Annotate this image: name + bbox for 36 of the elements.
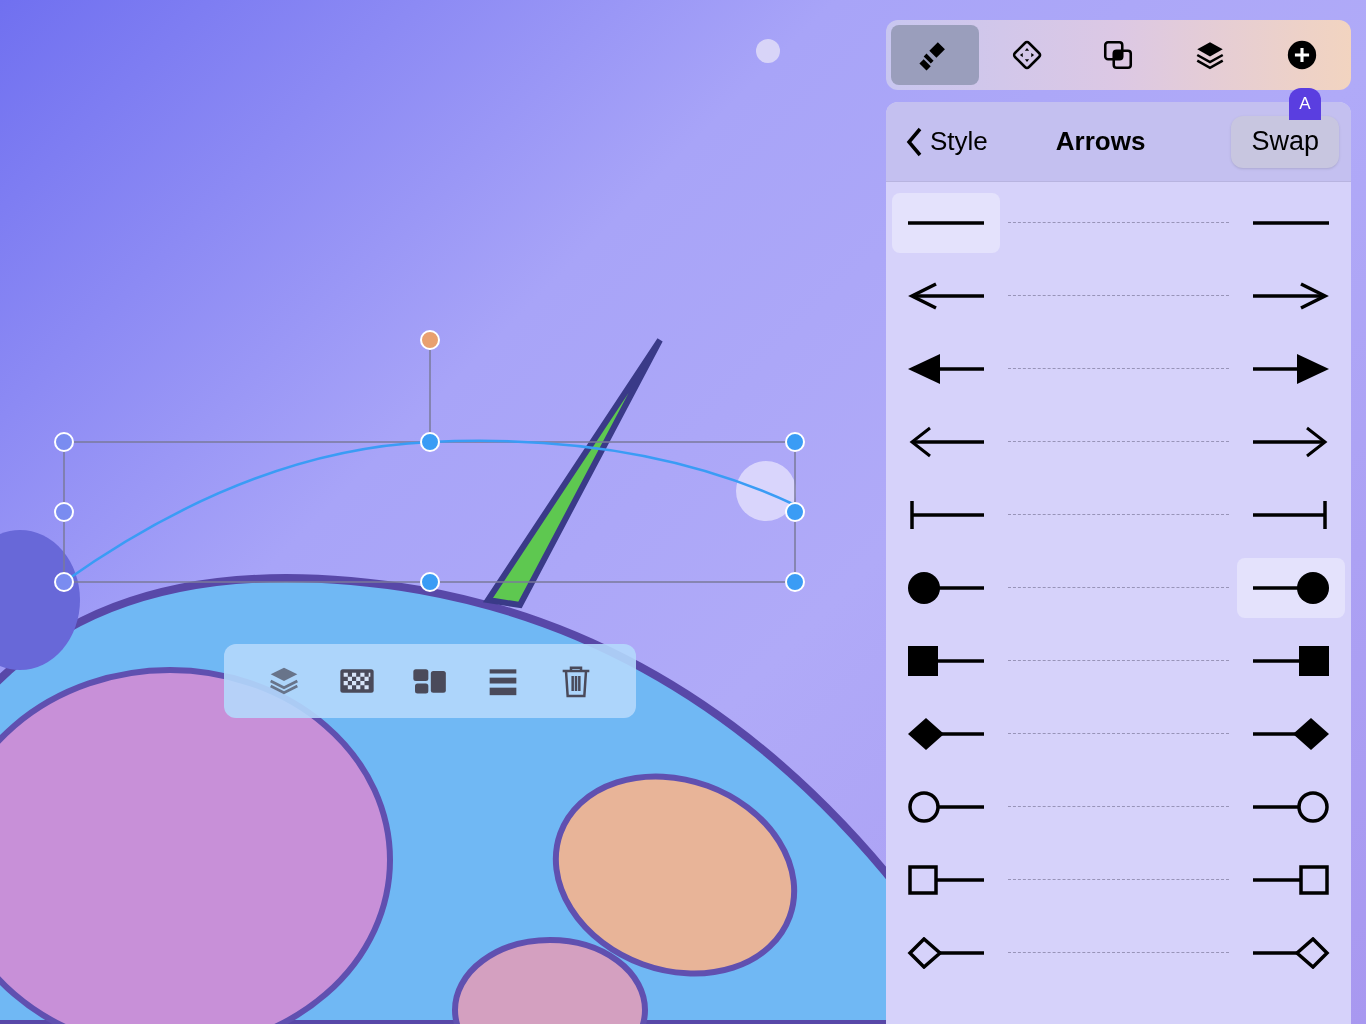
user-badge: A: [1289, 88, 1321, 120]
selection-handle[interactable]: [420, 572, 440, 592]
arrow-start-option[interactable]: [892, 192, 1000, 253]
swap-button[interactable]: Swap: [1231, 115, 1339, 168]
dot-drawing: [756, 39, 780, 63]
arrow-end-icon: [1252, 498, 1330, 531]
arrow-end-icon: [1252, 352, 1330, 385]
arrow-end-icon: [1252, 717, 1330, 750]
selection-handle[interactable]: [54, 432, 74, 452]
selection-handle[interactable]: [785, 572, 805, 592]
selection-handle[interactable]: [420, 432, 440, 452]
selection-handle[interactable]: [785, 502, 805, 522]
arrow-end-icon: [1252, 644, 1330, 677]
arrow-end-icon: [907, 644, 985, 677]
arrow-end-icon: [1252, 571, 1330, 604]
selection-handle[interactable]: [420, 330, 440, 350]
arrow-end-option[interactable]: [1237, 557, 1345, 618]
arrow-end-icon: [1252, 936, 1330, 969]
arrow-end-icon: [1252, 790, 1330, 823]
arrow-end-icon: [907, 498, 985, 531]
arrow-end-icon: [907, 571, 985, 604]
arrow-end-icon: [907, 717, 985, 750]
arrow-end-icon: [907, 352, 985, 385]
panel-title: Arrows: [1055, 125, 1146, 158]
back-button[interactable]: Style: [906, 122, 988, 161]
selection-handle[interactable]: [54, 502, 74, 522]
arrow-end-icon: [1252, 425, 1330, 458]
selection-handle[interactable]: [785, 432, 805, 452]
arrow-end-icon: [907, 790, 985, 823]
arrow-end-icon: [907, 863, 985, 896]
arrow-end-icon: [907, 936, 985, 969]
chevron-left-icon: [906, 126, 922, 157]
arrow-end-icon: [907, 425, 985, 458]
arrow-end-icon: [1252, 863, 1330, 896]
touch-indicator: [736, 461, 796, 521]
tool-tab[interactable]: [891, 25, 979, 85]
